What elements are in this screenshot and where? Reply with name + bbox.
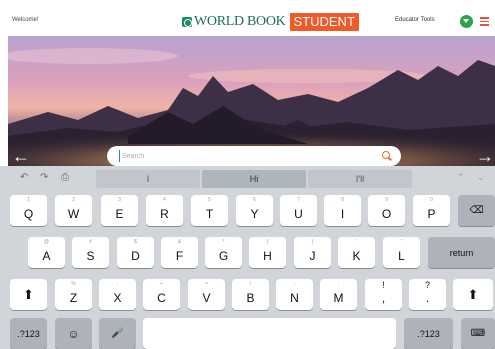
redo-icon[interactable]: ↷ <box>40 172 48 183</box>
logo-text: WORLD BOOK <box>194 14 286 29</box>
numbers-key-right[interactable]: .?123 <box>404 318 453 349</box>
educator-tools-link[interactable]: Educator Tools <box>395 17 435 23</box>
chevron-up-icon[interactable]: ⌃ <box>457 172 465 183</box>
shift-icon: ⬆ <box>23 287 34 302</box>
key-n[interactable]: ; N <box>276 279 313 310</box>
key-x[interactable]: -X <box>99 279 136 310</box>
logo-badge-student: STUDENT <box>289 13 359 31</box>
key-s[interactable]: # S <box>72 237 109 268</box>
key-comma[interactable]: !, <box>365 279 402 310</box>
search-icon[interactable] <box>382 151 390 159</box>
shift-key-left[interactable]: ⬆ <box>10 279 47 310</box>
shift-icon: ⬆ <box>467 287 479 302</box>
key-q[interactable]: 1Q <box>10 195 47 226</box>
top-header: Welcome! WORLD BOOK STUDENT Educator Too… <box>8 8 495 36</box>
hamburger-menu-icon[interactable] <box>480 17 489 26</box>
world-book-logo[interactable]: WORLD BOOK STUDENT <box>182 12 359 32</box>
keyboard-hide-icon: ⌨ <box>470 328 486 339</box>
key-j[interactable]: ) J <box>294 237 331 268</box>
delete-key[interactable]: ⌫ <box>458 195 495 226</box>
numbers-key-left[interactable]: .?123 <box>10 318 47 349</box>
key-b[interactable]: / B <box>232 279 269 310</box>
key-p[interactable]: 0P <box>413 195 450 226</box>
world-book-globe-icon <box>182 17 192 27</box>
suggestion-2[interactable]: Hi <box>202 170 306 188</box>
key-u[interactable]: 7U <box>280 195 317 226</box>
suggestion-3[interactable]: I'll <box>308 170 412 188</box>
backspace-icon: ⌫ <box>469 205 484 216</box>
search-input[interactable] <box>119 150 369 162</box>
paste-icon[interactable]: ⎙ <box>61 172 69 183</box>
on-screen-keyboard: ↶ ↷ ⎙ I Hi I'll ⌃ ⌄ 1Q 2W 3E 4R 5T 6Y 7U… <box>0 166 495 349</box>
key-h[interactable]: (H <box>249 237 286 268</box>
space-key[interactable] <box>143 318 396 349</box>
key-v[interactable]: = V <box>188 279 225 310</box>
key-e[interactable]: 3E <box>101 195 138 226</box>
chevron-down-icon[interactable]: ⌄ <box>477 172 485 183</box>
key-period[interactable]: ?. <box>409 279 446 310</box>
carousel-next-icon[interactable]: → <box>476 146 494 166</box>
key-g[interactable]: * G <box>205 237 242 268</box>
shift-key-right[interactable]: ⬆ <box>453 279 493 310</box>
key-c[interactable]: + C <box>143 279 180 310</box>
hide-keyboard-key[interactable]: ⌨ <box>461 318 495 349</box>
user-circle-icon[interactable] <box>460 15 473 28</box>
key-r[interactable]: 4R <box>146 195 183 226</box>
key-w[interactable]: 2W <box>55 195 92 226</box>
key-l[interactable]: " L <box>383 237 420 268</box>
key-a[interactable]: @ A <box>28 237 65 268</box>
key-y[interactable]: 6Y <box>236 195 273 226</box>
dictation-key[interactable]: 🎤 <box>99 318 136 349</box>
emoji-key[interactable]: ☺ <box>55 318 92 349</box>
microphone-icon: 🎤 <box>111 328 124 339</box>
key-k[interactable]: ' K <box>338 237 375 268</box>
keyboard-toolbar: ↶ ↷ ⎙ I Hi I'll ⌃ ⌄ <box>0 166 495 192</box>
key-i[interactable]: 8I <box>324 195 361 226</box>
key-z[interactable]: % Z <box>55 279 92 310</box>
emoji-icon: ☺ <box>67 327 80 341</box>
welcome-text: Welcome! <box>12 17 39 23</box>
return-key[interactable]: return <box>428 237 495 268</box>
search-bar <box>107 146 401 166</box>
key-t[interactable]: 5T <box>191 195 228 226</box>
carousel-prev-icon[interactable]: ← <box>12 146 30 166</box>
key-o[interactable]: 9O <box>368 195 405 226</box>
key-m[interactable]: :M <box>320 279 357 310</box>
key-f[interactable]: & F <box>161 237 198 268</box>
key-d[interactable]: $ D <box>117 237 154 268</box>
undo-icon[interactable]: ↶ <box>20 172 28 183</box>
suggestion-1[interactable]: I <box>96 170 200 188</box>
